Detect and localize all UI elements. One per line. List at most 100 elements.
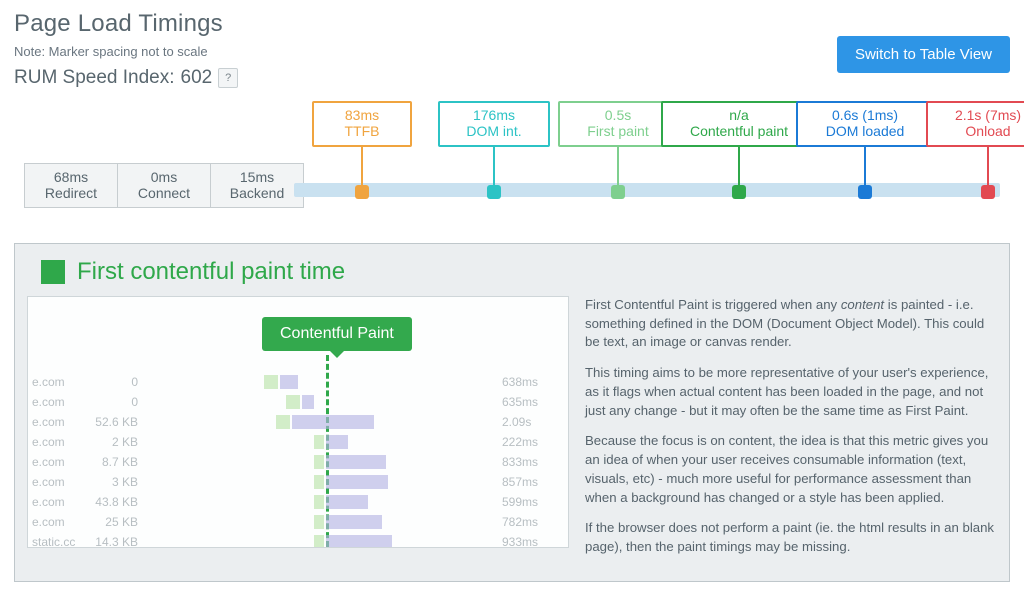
row-host: e.com (32, 395, 80, 409)
marker-contentful-paint[interactable]: n/aContentful paint (661, 101, 817, 147)
row-bar-download (326, 435, 348, 449)
row-time: 222ms (496, 435, 562, 449)
detail-title: First contentful paint time (77, 258, 345, 286)
marker-label: Contentful paint (675, 123, 803, 139)
marker-value: 176ms (452, 107, 536, 123)
row-bar-wait (276, 415, 290, 429)
marker-label: DOM int. (452, 123, 536, 139)
marker-knob (611, 185, 625, 199)
row-bar-wait (264, 375, 278, 389)
waterfall-row: e.com43.8 KB 599ms (32, 493, 562, 511)
marker-knob (858, 185, 872, 199)
row-host: e.com (32, 495, 80, 509)
marker-dom-int-[interactable]: 176msDOM int. (438, 101, 550, 147)
marker-first-paint[interactable]: 0.5sFirst paint (558, 101, 678, 147)
marker-ttfb[interactable]: 83msTTFB (312, 101, 412, 147)
marker-label: First paint (572, 123, 664, 139)
row-size: 2 KB (80, 435, 146, 449)
row-size: 0 (80, 395, 146, 409)
row-bar-wait (314, 515, 324, 529)
marker-dom-loaded[interactable]: 0.6s (1ms)DOM loaded (796, 101, 934, 147)
stat-value: 15ms (215, 169, 299, 185)
marker-knob (981, 185, 995, 199)
stat-label: Connect (122, 185, 206, 201)
row-bar-download (292, 415, 374, 429)
row-bar-download (326, 475, 388, 489)
page-title: Page Load Timings (14, 10, 1010, 38)
detail-paragraph: If the browser does not perform a paint … (585, 519, 997, 556)
marker-knob (487, 185, 501, 199)
contentful-paint-pill: Contentful Paint (262, 317, 412, 351)
switch-to-table-view-button[interactable]: Switch to Table View (837, 36, 1010, 73)
row-time: 635ms (496, 395, 562, 409)
row-bar-download (326, 495, 368, 509)
stat-label: Backend (215, 185, 299, 201)
stat-value: 0ms (122, 169, 206, 185)
stat-backend: 15msBackend (211, 163, 304, 208)
waterfall-row: e.com0 638ms (32, 373, 562, 391)
row-time: 857ms (496, 475, 562, 489)
marker-knob (732, 185, 746, 199)
detail-panel: First contentful paint time Contentful P… (14, 243, 1010, 582)
waterfall-row: e.com0 635ms (32, 393, 562, 411)
rum-value: 602 (181, 67, 213, 89)
row-host: e.com (32, 515, 80, 529)
row-host: e.com (32, 375, 80, 389)
row-bar-download (302, 395, 314, 409)
marker-value: n/a (675, 107, 803, 123)
row-size: 52.6 KB (80, 415, 146, 429)
stat-connect: 0msConnect (118, 163, 211, 208)
detail-description: First Contentful Paint is triggered when… (585, 296, 997, 569)
marker-value: 83ms (326, 107, 398, 123)
row-bar-wait (286, 395, 300, 409)
rum-label: RUM Speed Index: (14, 67, 175, 89)
detail-color-swatch (41, 260, 65, 284)
detail-paragraph: This timing aims to be more representati… (585, 364, 997, 420)
marker-knob (355, 185, 369, 199)
marker-value: 0.5s (572, 107, 664, 123)
waterfall-preview: Contentful Paint e.com0638mse.com0635mse… (27, 296, 569, 548)
row-host: e.com (32, 455, 80, 469)
row-size: 14.3 KB (80, 535, 146, 548)
help-icon[interactable]: ? (218, 68, 238, 88)
detail-paragraph: Because the focus is on content, the ide… (585, 432, 997, 507)
row-time: 638ms (496, 375, 562, 389)
row-bar-download (280, 375, 298, 389)
waterfall-row: e.com3 KB 857ms (32, 473, 562, 491)
row-size: 8.7 KB (80, 455, 146, 469)
marker-value: 0.6s (1ms) (810, 107, 920, 123)
waterfall-row: e.com25 KB 782ms (32, 513, 562, 531)
timeline: 68msRedirect0msConnect15msBackend 83msTT… (14, 101, 1010, 221)
row-size: 0 (80, 375, 146, 389)
marker-onload[interactable]: 2.1s (7ms)Onload (926, 101, 1024, 147)
row-bar-wait (314, 455, 324, 469)
waterfall-row: e.com2 KB 222ms (32, 433, 562, 451)
row-time: 833ms (496, 455, 562, 469)
row-bar-wait (314, 535, 324, 548)
row-bar-wait (314, 495, 324, 509)
row-size: 25 KB (80, 515, 146, 529)
marker-label: TTFB (326, 123, 398, 139)
row-host: e.com (32, 435, 80, 449)
stat-value: 68ms (29, 169, 113, 185)
marker-value: 2.1s (7ms) (940, 107, 1024, 123)
waterfall-row: static.cc14.3 KB 933ms (32, 533, 562, 548)
row-time: 933ms (496, 535, 562, 548)
marker-label: Onload (940, 123, 1024, 139)
row-time: 599ms (496, 495, 562, 509)
waterfall-row: e.com8.7 KB 833ms (32, 453, 562, 471)
stat-redirect: 68msRedirect (24, 163, 118, 208)
row-bar-wait (314, 475, 324, 489)
row-host: static.cc (32, 535, 80, 548)
row-host: e.com (32, 475, 80, 489)
row-bar-wait (314, 435, 324, 449)
row-size: 43.8 KB (80, 495, 146, 509)
stat-label: Redirect (29, 185, 113, 201)
row-time: 782ms (496, 515, 562, 529)
row-time: 2.09s (496, 415, 562, 429)
row-bar-download (326, 515, 382, 529)
timeline-axis (294, 183, 1000, 197)
row-size: 3 KB (80, 475, 146, 489)
waterfall-row: e.com52.6 KB2.09s (32, 413, 562, 431)
marker-label: DOM loaded (810, 123, 920, 139)
